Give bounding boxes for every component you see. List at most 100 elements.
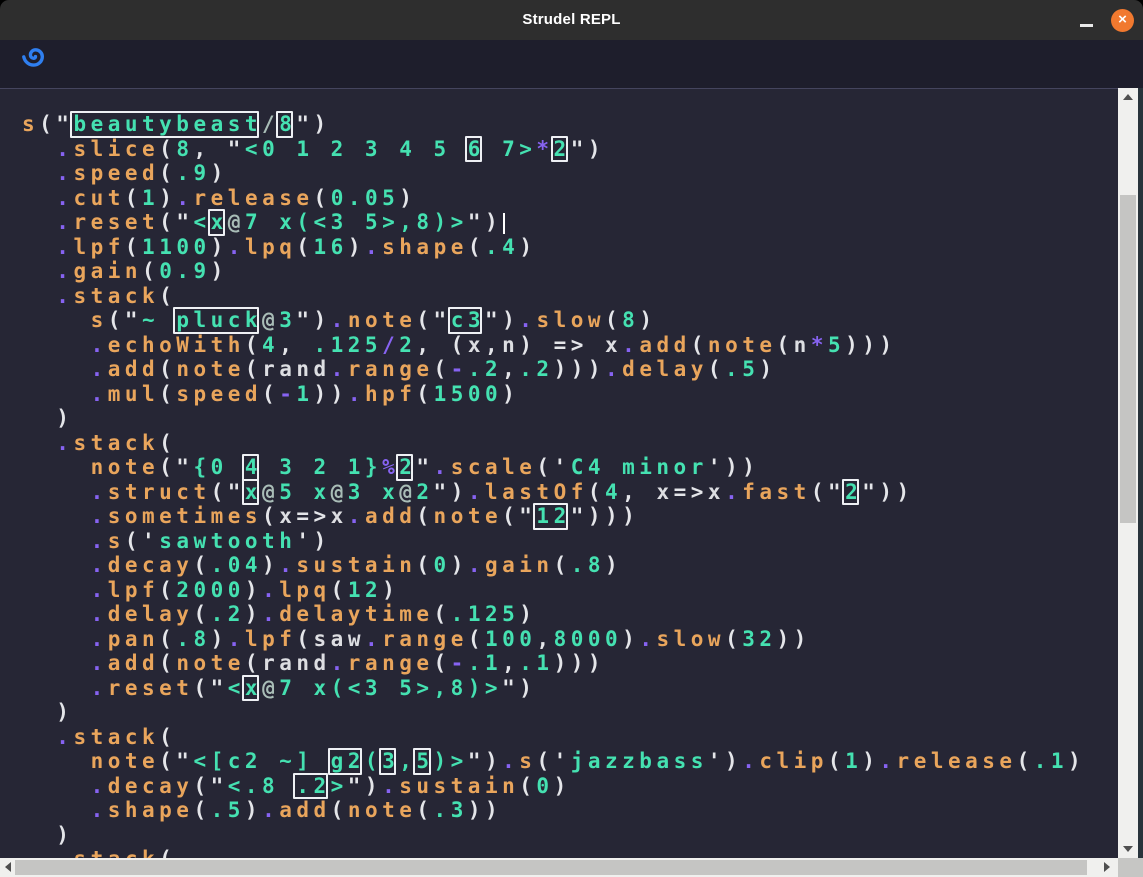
code-line[interactable]: .stack(: [22, 725, 1085, 750]
code-line[interactable]: .cut(1).release(0.05): [22, 186, 1085, 211]
code-line[interactable]: .decay("<.8 .2>").sustain(0): [22, 774, 1085, 799]
code-token: 4: [605, 480, 622, 504]
code-line[interactable]: ): [22, 823, 1085, 848]
scroll-down-arrow-icon[interactable]: [1123, 846, 1133, 852]
vertical-scroll-thumb[interactable]: [1120, 195, 1136, 523]
vertical-scrollbar[interactable]: [1118, 88, 1138, 858]
code-line[interactable]: .stack(: [22, 284, 1085, 309]
code-line[interactable]: .stack(: [22, 431, 1085, 456]
code-token: ): [211, 235, 228, 259]
code-token: .: [91, 504, 108, 528]
close-button[interactable]: ×: [1111, 9, 1134, 32]
code-line[interactable]: .lpf(2000).lpq(12): [22, 578, 1085, 603]
scroll-up-arrow-icon[interactable]: [1123, 94, 1133, 100]
code-line[interactable]: .add(note(rand.range(-.1,.1))): [22, 651, 1085, 676]
code-line[interactable]: .lpf(1100).lpq(16).shape(.4): [22, 235, 1085, 260]
code-token: 4: [262, 333, 279, 357]
code-token: (: [245, 651, 262, 675]
code-token: saw: [314, 627, 365, 651]
code-token: note: [176, 651, 245, 675]
code-line[interactable]: .s('sawtooth'): [22, 529, 1085, 554]
scroll-right-arrow-icon[interactable]: [1104, 862, 1110, 872]
code-token: fast: [742, 480, 811, 504]
code-token: (: [159, 137, 176, 161]
code-token: (": [502, 504, 536, 528]
code-token: .: [56, 847, 73, 858]
code-token: release: [897, 749, 1017, 773]
code-token: s: [91, 308, 108, 332]
code-area[interactable]: s("beautybeast/8") .slice(8, "<0 1 2 3 4…: [22, 112, 1085, 858]
code-token: .: [56, 210, 73, 234]
code-token: <0 1 2 3 4 5: [245, 137, 468, 161]
horizontal-scroll-thumb[interactable]: [15, 860, 1087, 875]
code-token: n: [794, 333, 811, 357]
code-token: sustain: [296, 553, 416, 577]
code-token: stack: [73, 847, 159, 858]
code-line[interactable]: .gain(0.9): [22, 259, 1085, 284]
code-token: 32: [742, 627, 776, 651]
code-token: 8: [622, 308, 639, 332]
code-token: note: [176, 357, 245, 381]
code-token: .: [605, 357, 622, 381]
code-line[interactable]: s("~ pluck@3").note("c3").slow(8): [22, 308, 1085, 333]
code-line[interactable]: .shape(.5).add(note(.3)): [22, 798, 1085, 823]
code-line[interactable]: .delay(.2).delaytime(.125): [22, 602, 1085, 627]
code-token: [22, 357, 91, 381]
code-token: decay: [108, 553, 194, 577]
code-token: stack: [73, 725, 159, 749]
code-token: delaytime: [279, 602, 433, 626]
code-line[interactable]: .speed(.9): [22, 161, 1085, 186]
code-token: .8: [176, 627, 210, 651]
code-editor[interactable]: s("beautybeast/8") .slice(8, "<0 1 2 3 4…: [0, 88, 1118, 858]
code-token: .: [879, 749, 896, 773]
code-token: [22, 455, 91, 479]
active-event-token: 4: [245, 455, 262, 480]
code-line[interactable]: .sometimes(x=>x.add(note("12"))): [22, 504, 1085, 529]
code-token: .125: [451, 602, 520, 626]
code-token: lpf: [245, 627, 296, 651]
code-token: note: [91, 749, 160, 773]
horizontal-scrollbar[interactable]: [0, 858, 1118, 877]
code-line[interactable]: note("<[c2 ~] g2(3,5)>").s('jazzbass').c…: [22, 749, 1085, 774]
code-line[interactable]: ): [22, 700, 1085, 725]
code-line[interactable]: .add(note(rand.range(-.2,.2))).delay(.5): [22, 357, 1085, 382]
code-token: x: [468, 333, 485, 357]
code-token: s: [22, 112, 39, 136]
strudel-logo-icon[interactable]: [21, 44, 49, 72]
code-line[interactable]: .reset("<x@7 x(<3 5>,8)>"): [22, 210, 1085, 235]
code-line[interactable]: .slice(8, "<0 1 2 3 4 5 6 7>*2"): [22, 137, 1085, 162]
code-line[interactable]: .struct("x@5 x@3 x@2").lastOf(4, x=>x.fa…: [22, 480, 1085, 505]
code-token: (: [262, 382, 279, 406]
code-line[interactable]: .echoWith(4, .125/2, (x,n) => x.add(note…: [22, 333, 1085, 358]
code-token: (": [211, 480, 245, 504]
code-token: (": [416, 308, 450, 332]
code-line[interactable]: .mul(speed(-1)).hpf(1500): [22, 382, 1085, 407]
code-token: ): [1068, 749, 1085, 773]
code-token: @: [228, 210, 245, 234]
code-line[interactable]: .stack(: [22, 847, 1085, 858]
code-token: .: [365, 627, 382, 651]
code-token: (: [605, 308, 622, 332]
code-token: note: [91, 455, 160, 479]
code-line[interactable]: .pan(.8).lpf(saw.range(100,8000).slow(32…: [22, 627, 1085, 652]
code-token: pan: [108, 627, 159, 651]
code-token: sustain: [399, 774, 519, 798]
code-token: (: [159, 725, 176, 749]
code-line[interactable]: .reset("<x@7 x(<3 5>,8)>"): [22, 676, 1085, 701]
scroll-left-arrow-icon[interactable]: [5, 862, 11, 872]
code-line[interactable]: .decay(.04).sustain(0).gain(.8): [22, 553, 1085, 578]
code-line[interactable]: ): [22, 406, 1085, 431]
code-token: .8: [571, 553, 605, 577]
code-token: stack: [73, 431, 159, 455]
code-line[interactable]: note("{0 4 3 2 1}%2".scale('C4 minor')): [22, 455, 1085, 480]
code-token: (: [159, 382, 176, 406]
code-token: .: [348, 382, 365, 406]
code-token: .: [725, 480, 742, 504]
active-event-token: 6: [468, 137, 485, 162]
code-token: range: [382, 627, 468, 651]
code-line[interactable]: s("beautybeast/8"): [22, 112, 1085, 137]
code-token: ": [416, 455, 433, 479]
minimize-button[interactable]: [1080, 24, 1093, 27]
code-token: )): [468, 798, 502, 822]
code-token: cut: [73, 186, 124, 210]
